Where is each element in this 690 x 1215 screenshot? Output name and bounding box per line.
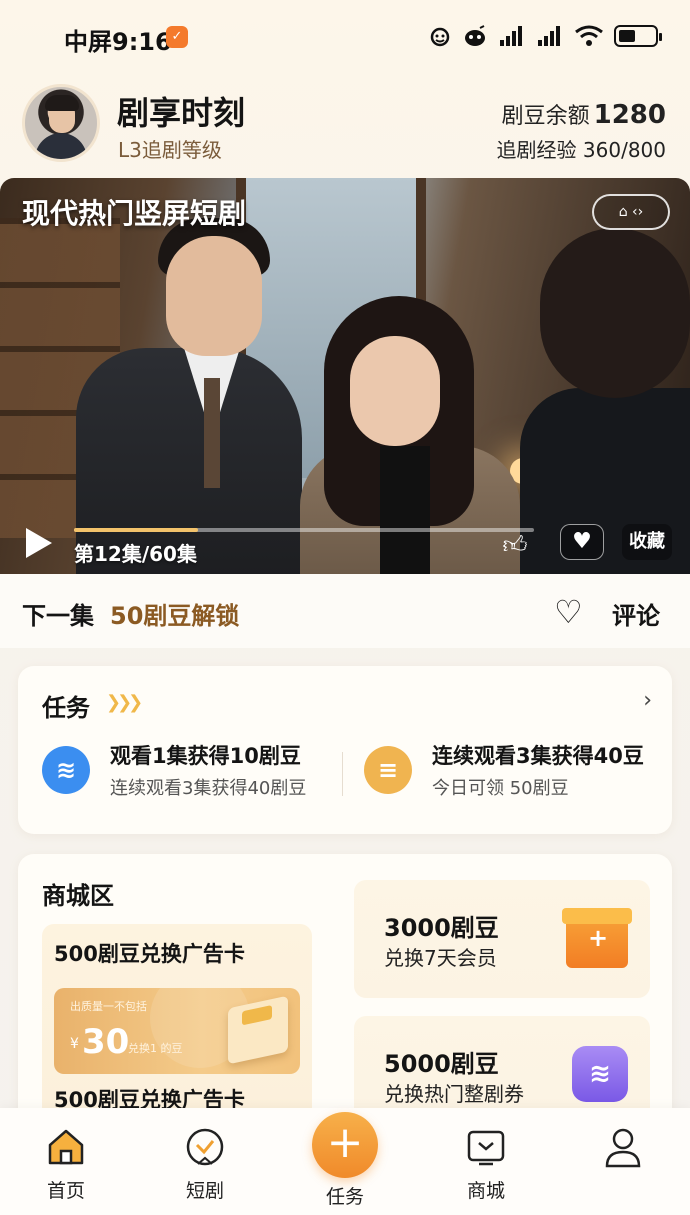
tab-tasks[interactable]: + 任务 (300, 1112, 390, 1209)
plus-icon: + (312, 1112, 378, 1178)
shop-card: 商城区 500剧豆兑换广告卡 出质量一不包括 ¥ 30 兑换1 的豆 500剧豆… (18, 854, 672, 1134)
task-item-watch[interactable]: ≋ 观看1集获得10剧豆 连续观看3集获得40剧豆 (42, 740, 332, 810)
back-figure (520, 218, 690, 574)
tab-label: 短剧 (185, 1180, 224, 1202)
tab-label: 商城 (466, 1180, 505, 1202)
coupon-value: 30 (82, 1022, 130, 1062)
tab-label: 首页 (46, 1180, 85, 1202)
unlock-price-button[interactable]: 50剧豆解锁 (110, 596, 239, 631)
actress-figure (300, 296, 520, 574)
progress-bar[interactable] (74, 528, 534, 532)
favorite-button[interactable]: 收藏 (622, 524, 672, 560)
next-episode-bar: 下一集 50剧豆解锁 ♡ 评论 (0, 574, 690, 648)
watch-experience: 追剧经验 360/800 (496, 138, 666, 162)
wifi-icon (575, 25, 603, 46)
battery-icon (614, 25, 662, 47)
mall-icon (467, 1130, 505, 1166)
progress-fill (74, 528, 199, 532)
chevron-right-icon[interactable]: › (643, 688, 652, 713)
offer-price: 5000剧豆 (384, 1050, 499, 1078)
tab-profile[interactable] (578, 1126, 668, 1168)
face-icon (430, 27, 450, 47)
app-screen: 中屏9:16 ✓ 剧享时刻 L3追剧等级 剧豆余额 1280 追剧经验 360/8… (0, 0, 690, 1215)
coupon-unit: 兑换1 的豆 (128, 1042, 183, 1055)
profile-icon (605, 1128, 641, 1168)
tab-home[interactable]: 首页 (21, 1126, 111, 1203)
heart-icon[interactable]: ♡ (554, 596, 583, 628)
document-icon: ≡ (364, 746, 412, 794)
coupon-currency: ¥ (70, 1036, 79, 1052)
signal-icon (538, 26, 560, 46)
task-card: 任务 ❯❯❯ › ≋ 观看1集获得10剧豆 连续观看3集获得40剧豆 ≡ 连续观… (18, 666, 672, 834)
task-title: 任务 (42, 694, 90, 722)
comment-button[interactable]: 评论 (612, 596, 660, 631)
signal-icon (500, 26, 522, 46)
notification-icon (465, 25, 485, 46)
actor-figure (76, 218, 302, 574)
balance-value: 1280 (593, 100, 666, 130)
balance-label: 剧豆余额 (501, 104, 590, 129)
task-item-title: 观看1集获得10剧豆 (110, 744, 301, 768)
next-episode-label: 下一集 (22, 602, 94, 630)
bottom-tab-bar: 首页 短剧 + 任务 商城 (0, 1108, 690, 1215)
vip-offer[interactable]: 3000剧豆 兑换7天会员 (354, 880, 650, 998)
bean-balance: 剧豆余额 1280 (502, 98, 666, 130)
heart-chat-icon[interactable]: ♥ (560, 524, 604, 560)
user-header: 剧享时刻 L3追剧等级 剧豆余额 1280 追剧经验 360/800 (0, 84, 690, 164)
drama-icon (186, 1128, 224, 1166)
home-icon (48, 1129, 84, 1165)
coupon-card: 出质量一不包括 ¥ 30 兑换1 的豆 (54, 988, 300, 1074)
offer-desc: 兑换7天会员 (384, 946, 497, 970)
task-item-sub: 连续观看3集获得40剧豆 (110, 778, 307, 799)
status-icons (428, 24, 662, 48)
task-item-streak[interactable]: ≡ 连续观看3集获得40豆 今日可领 50剧豆 (364, 740, 654, 810)
gift-icon (562, 908, 632, 968)
box-icon (228, 995, 288, 1065)
offer-title: 500剧豆兑换广告卡 (54, 942, 245, 966)
task-item-title: 连续观看3集获得40豆 (432, 744, 644, 768)
tab-drama[interactable]: 短剧 (160, 1126, 250, 1203)
video-title: 现代热门竖屏短剧 (22, 197, 247, 230)
episode-label: 第12集/60集 (74, 542, 197, 566)
tab-mall[interactable]: 商城 (441, 1126, 531, 1203)
shop-title: 商城区 (42, 882, 114, 910)
status-time: 中屏9:16 (64, 28, 172, 56)
avatar[interactable] (22, 84, 100, 162)
status-bar: 中屏9:16 ✓ (0, 0, 690, 76)
user-name: 剧享时刻 (117, 94, 246, 132)
play-icon[interactable] (26, 528, 52, 558)
cast-icon[interactable]: ⌂ ‹› (592, 194, 670, 230)
chevrons-right-icon: ❯❯❯ (106, 692, 143, 713)
coupon-tag: 出质量一不包括 (70, 1000, 147, 1013)
ticket-icon: ≋ (572, 1046, 628, 1102)
video-player[interactable]: 现代热门竖屏短剧 ⌂ ‹› 第12集/60集 👍︎ ♥ 收藏 (0, 178, 690, 574)
carrier-badge-icon: ✓ (166, 26, 188, 48)
tab-label: 任务 (325, 1186, 364, 1208)
chevrons-down-icon: ≋ (42, 746, 90, 794)
user-level: L3追剧等级 (118, 138, 222, 162)
offer-price: 3000剧豆 (384, 914, 499, 942)
thumbs-up-icon[interactable]: 👍︎ (500, 530, 530, 560)
task-item-sub: 今日可领 50剧豆 (432, 778, 569, 799)
offer-desc: 兑换热门整剧券 (384, 1082, 524, 1106)
ad-card-offer[interactable]: 500剧豆兑换广告卡 出质量一不包括 ¥ 30 兑换1 的豆 500剧豆兑换广告… (42, 924, 312, 1124)
